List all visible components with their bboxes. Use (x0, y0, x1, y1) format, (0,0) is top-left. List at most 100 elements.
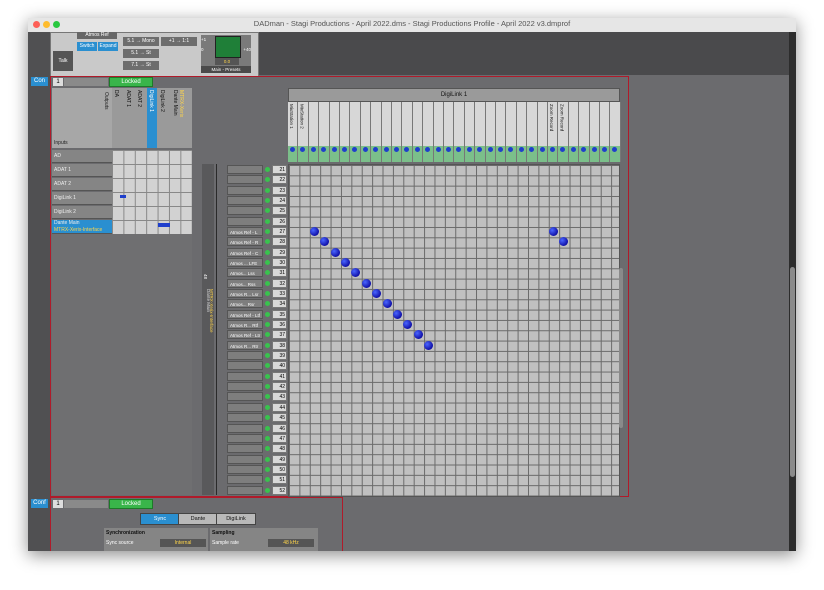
row-name-field[interactable] (227, 382, 263, 392)
row-name-field[interactable]: Atmos ... LFE (227, 258, 263, 268)
channel-header[interactable] (319, 102, 330, 146)
channel-header[interactable]: Zoom Record (558, 102, 569, 146)
input-row-dante-main[interactable]: Dante Main MTRX-Xerix-Interface (52, 220, 112, 234)
tab-digilink[interactable]: DigiLink (216, 513, 256, 525)
route-crosspoint[interactable] (549, 227, 558, 237)
group-header-digilink1[interactable]: DigiLink 1 (288, 88, 620, 102)
col-digilink2[interactable]: DigiLink 2 (159, 90, 165, 112)
switch-button[interactable]: Switch (77, 42, 97, 51)
row-name-field[interactable] (227, 444, 263, 454)
small-routing-matrix[interactable] (112, 150, 192, 234)
col-adat1[interactable]: ADAT 1 (125, 90, 131, 107)
route-crosspoint[interactable] (361, 278, 371, 288)
channel-header[interactable] (589, 102, 600, 146)
channel-header[interactable] (444, 102, 455, 146)
row-name-field[interactable] (227, 185, 263, 195)
channel-header[interactable] (527, 102, 538, 146)
channel-header[interactable] (308, 102, 320, 146)
channel-header[interactable] (537, 102, 548, 146)
input-row-adat2[interactable]: ADAT 2 (52, 178, 112, 191)
conf-tag[interactable]: Conf (31, 499, 48, 508)
row-name-field[interactable] (227, 206, 263, 216)
channel-header[interactable] (464, 102, 476, 146)
conf-page-number[interactable]: 1 (53, 500, 63, 508)
seven-one-button[interactable]: 7.1 → St (123, 61, 159, 70)
channel-header[interactable]: MixStation 2 (298, 102, 309, 146)
input-row-digilink2[interactable]: DigiLink 2 (52, 206, 112, 219)
row-name-field[interactable] (227, 165, 263, 174)
channel-header[interactable] (568, 102, 580, 146)
one-to-one-button[interactable]: +1 → 1:1 (161, 37, 197, 46)
row-name-field[interactable] (227, 433, 263, 443)
con-page-number[interactable]: 1 (53, 78, 63, 86)
talk-button[interactable]: Talk (53, 51, 73, 71)
row-name-field[interactable] (227, 413, 263, 423)
channel-header[interactable] (329, 102, 340, 146)
row-name-field[interactable] (227, 175, 263, 185)
route-crosspoint[interactable] (330, 247, 340, 257)
row-name-field[interactable] (227, 371, 263, 381)
mono-button[interactable]: 5.1 → Mono (123, 37, 159, 46)
routing-grid[interactable] (288, 164, 620, 497)
channel-header[interactable] (496, 102, 507, 146)
row-name-field[interactable]: Atmos... Lss (227, 268, 263, 278)
tab-sync[interactable]: Sync (140, 513, 180, 525)
row-name-field[interactable]: Atmos R... Rtf (227, 320, 263, 330)
row-name-field[interactable]: Atmos... Rss (227, 278, 263, 288)
con-tag[interactable]: Con (31, 77, 48, 86)
col-adat2[interactable]: ADAT 2 (136, 90, 142, 107)
row-name-field[interactable]: Atmos Ref - R (227, 237, 263, 247)
row-name-field[interactable]: Atmos Ref - L (227, 227, 263, 237)
channel-header[interactable] (610, 102, 621, 146)
con-page-field[interactable] (64, 78, 108, 86)
col-digilink1[interactable]: DigiLink 1 (148, 90, 154, 112)
channel-header[interactable] (350, 102, 361, 146)
route-crosspoint[interactable] (309, 227, 319, 237)
expand-button[interactable]: Expand (98, 42, 118, 51)
channel-header[interactable] (340, 102, 351, 146)
row-name-field[interactable]: Atmos Ref - Ltf (227, 309, 263, 319)
row-name-field[interactable] (227, 475, 263, 485)
conf-page-field[interactable] (64, 500, 108, 508)
window-scrollbar[interactable] (789, 32, 796, 551)
channel-header[interactable] (360, 102, 372, 146)
row-name-field[interactable] (227, 402, 263, 412)
row-name-field[interactable] (227, 423, 263, 433)
tab-dante[interactable]: Dante (178, 513, 218, 525)
grid-scroll-thumb[interactable] (619, 268, 623, 428)
row-name-field[interactable] (227, 392, 263, 402)
col-mtrx[interactable]: MTRX-Xerix (178, 90, 184, 117)
stereo-button[interactable]: 5.1 → St (123, 49, 159, 58)
col-da[interactable]: DA (113, 90, 119, 97)
channel-header[interactable] (475, 102, 486, 146)
channel-header[interactable] (381, 102, 392, 146)
sample-rate-select[interactable]: 48 kHz (268, 539, 314, 547)
channel-header[interactable] (412, 102, 424, 146)
channel-header[interactable] (485, 102, 496, 146)
input-row-digilink1[interactable]: DigiLink 1 (52, 192, 112, 205)
channel-header[interactable] (454, 102, 465, 146)
route-crosspoint[interactable] (393, 309, 402, 319)
route-crosspoint[interactable] (424, 340, 434, 350)
channel-header[interactable] (600, 102, 611, 146)
channel-header[interactable] (371, 102, 382, 146)
route-crosspoint[interactable] (341, 258, 350, 268)
channel-header[interactable]: Zoom Record (548, 102, 559, 146)
row-name-field[interactable] (227, 351, 263, 361)
channel-header[interactable]: MixStation 1 (288, 102, 299, 146)
channel-header[interactable] (392, 102, 403, 146)
channel-header[interactable] (402, 102, 413, 146)
sync-source-select[interactable]: Internal (160, 539, 206, 547)
channel-header[interactable] (516, 102, 528, 146)
row-name-field[interactable] (227, 196, 263, 206)
input-row-ad[interactable]: AD (52, 150, 112, 163)
row-name-field[interactable]: Atmos R... Lsr (227, 289, 263, 299)
row-name-field[interactable] (227, 464, 263, 474)
channel-header[interactable] (579, 102, 590, 146)
row-name-field[interactable] (227, 216, 263, 226)
channel-header[interactable] (423, 102, 434, 146)
window-scroll-thumb[interactable] (790, 267, 795, 477)
row-name-field[interactable] (227, 485, 263, 495)
row-name-field[interactable] (227, 454, 263, 464)
channel-header[interactable] (433, 102, 444, 146)
